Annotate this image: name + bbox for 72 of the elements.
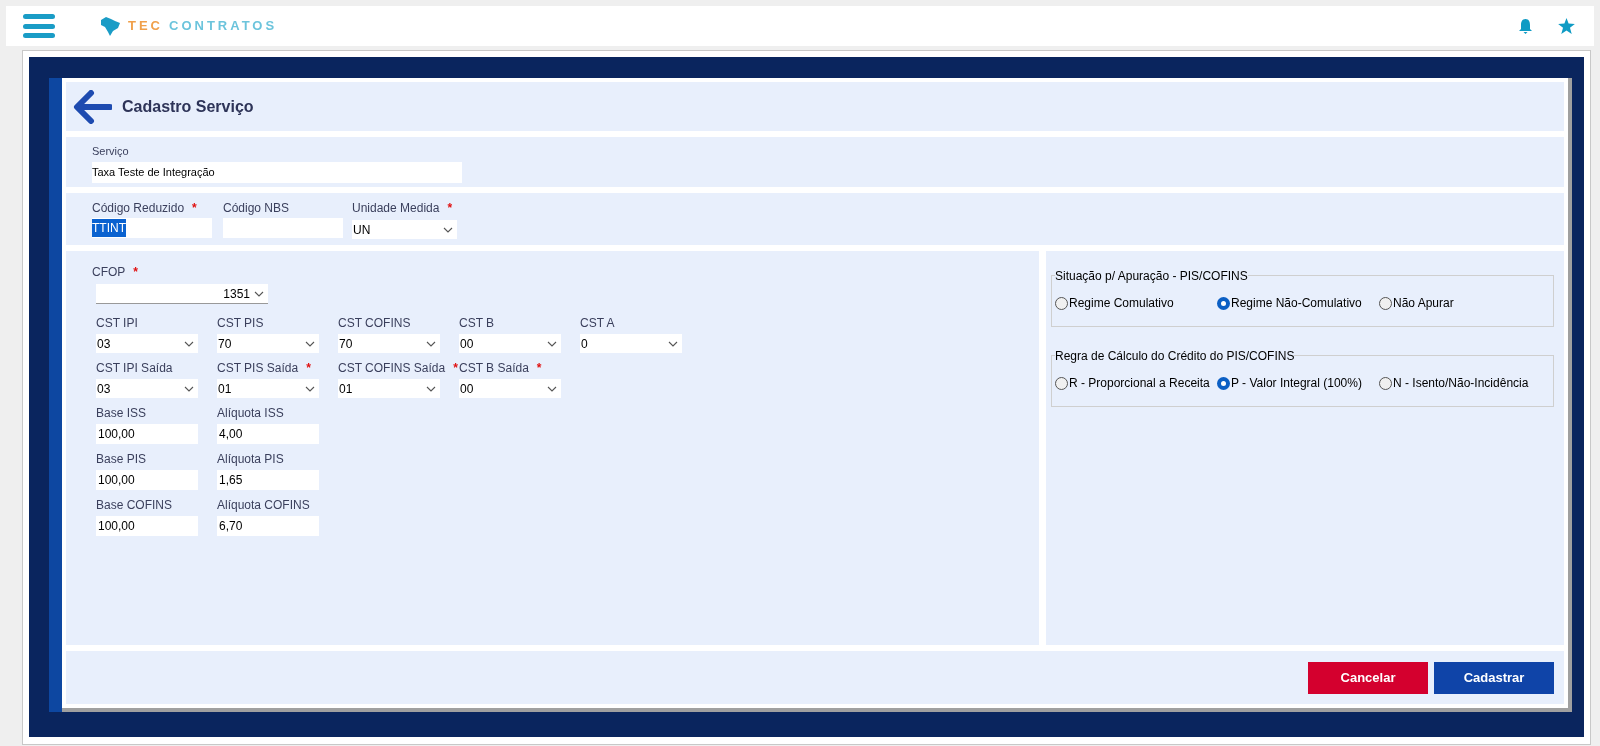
- chevron-down-icon: [254, 290, 264, 297]
- select-field[interactable]: 1351: [96, 284, 268, 304]
- chevron-down-icon: [184, 385, 194, 392]
- field-label: CST PIS: [217, 315, 264, 332]
- select-field[interactable]: 01: [338, 379, 440, 398]
- required-mark: *: [133, 264, 138, 281]
- field-label: CST B Saída: [459, 360, 529, 377]
- cancel-button[interactable]: Cancelar: [1308, 662, 1428, 694]
- select-field[interactable]: 03: [96, 379, 198, 398]
- submit-button[interactable]: Cadastrar: [1434, 662, 1554, 694]
- chevron-down-icon: [668, 340, 678, 347]
- input-field[interactable]: 1,65: [217, 470, 319, 490]
- input-field[interactable]: TTINT: [92, 218, 212, 238]
- select-field[interactable]: 00: [459, 334, 561, 353]
- field-label: Serviço: [92, 144, 129, 158]
- chevron-down-icon: [426, 385, 436, 392]
- field-label: CST IPI: [96, 315, 138, 332]
- field-label: CST A: [580, 315, 615, 332]
- bell-icon[interactable]: [1518, 18, 1533, 34]
- field-label: CST B: [459, 315, 495, 332]
- field-label: CST IPI Saída: [96, 360, 173, 377]
- page-title: Cadastro Serviço: [122, 96, 254, 117]
- field-label: Base COFINS: [96, 497, 173, 514]
- field-label: CFOP: [92, 264, 126, 281]
- radio-option[interactable]: Não Apurar: [1379, 294, 1541, 312]
- input-field[interactable]: 6,70: [217, 516, 319, 536]
- chevron-down-icon: [426, 340, 436, 347]
- radio-option[interactable]: R - Proporcional a Receita: [1055, 374, 1217, 392]
- input-field[interactable]: 100,00: [96, 516, 198, 536]
- field-label: Unidade Medida: [352, 200, 440, 217]
- required-mark: *: [453, 360, 458, 377]
- required-mark: *: [192, 200, 197, 217]
- select-field[interactable]: 00: [459, 379, 561, 398]
- field-label: Alíquota COFINS: [217, 497, 310, 514]
- select-field[interactable]: 70: [217, 334, 319, 353]
- input-field[interactable]: 100,00: [96, 424, 198, 444]
- back-arrow-icon[interactable]: [72, 89, 112, 124]
- input-field[interactable]: 100,00: [96, 470, 198, 490]
- select-field[interactable]: UN: [352, 220, 457, 239]
- chevron-down-icon: [547, 340, 557, 347]
- menu-icon[interactable]: [23, 14, 55, 38]
- field-label: Alíquota PIS: [217, 451, 284, 468]
- field-label: CST COFINS: [338, 315, 411, 332]
- select-field[interactable]: 01: [217, 379, 319, 398]
- required-mark: *: [536, 360, 542, 377]
- map-logo-icon: [98, 15, 122, 37]
- field-label: Base PIS: [96, 451, 147, 468]
- field-label: CST COFINS Saída: [338, 360, 446, 377]
- select-field[interactable]: 0: [580, 334, 682, 353]
- chevron-down-icon: [547, 385, 557, 392]
- radio-option[interactable]: N - Isento/Não-Incidência: [1379, 374, 1541, 392]
- radio-option[interactable]: Regime Não-Comulativo: [1217, 294, 1379, 312]
- field-label: CST PIS Saída: [217, 360, 299, 377]
- field-label: Código NBS: [223, 200, 290, 217]
- radio-option[interactable]: P - Valor Integral (100%): [1217, 374, 1379, 392]
- input-field[interactable]: 4,00: [217, 424, 319, 444]
- brand-name: CONTRATOS: [169, 17, 278, 36]
- select-field[interactable]: 70: [338, 334, 440, 353]
- required-mark: *: [447, 200, 453, 217]
- field-label: Base ISS: [96, 405, 147, 422]
- select-field[interactable]: 03: [96, 334, 198, 353]
- chevron-down-icon: [184, 340, 194, 347]
- chevron-down-icon: [305, 385, 315, 392]
- chevron-down-icon: [305, 340, 315, 347]
- radio-option[interactable]: Regime Comulativo: [1055, 294, 1217, 312]
- field-label: Código Reduzido: [92, 200, 185, 217]
- service-input[interactable]: Taxa Teste de Integração: [92, 162, 462, 183]
- required-mark: *: [306, 360, 311, 377]
- field-label: Alíquota ISS: [217, 405, 284, 422]
- star-icon[interactable]: [1558, 18, 1575, 34]
- chevron-down-icon: [443, 226, 453, 233]
- brand-name: TEC: [128, 17, 163, 36]
